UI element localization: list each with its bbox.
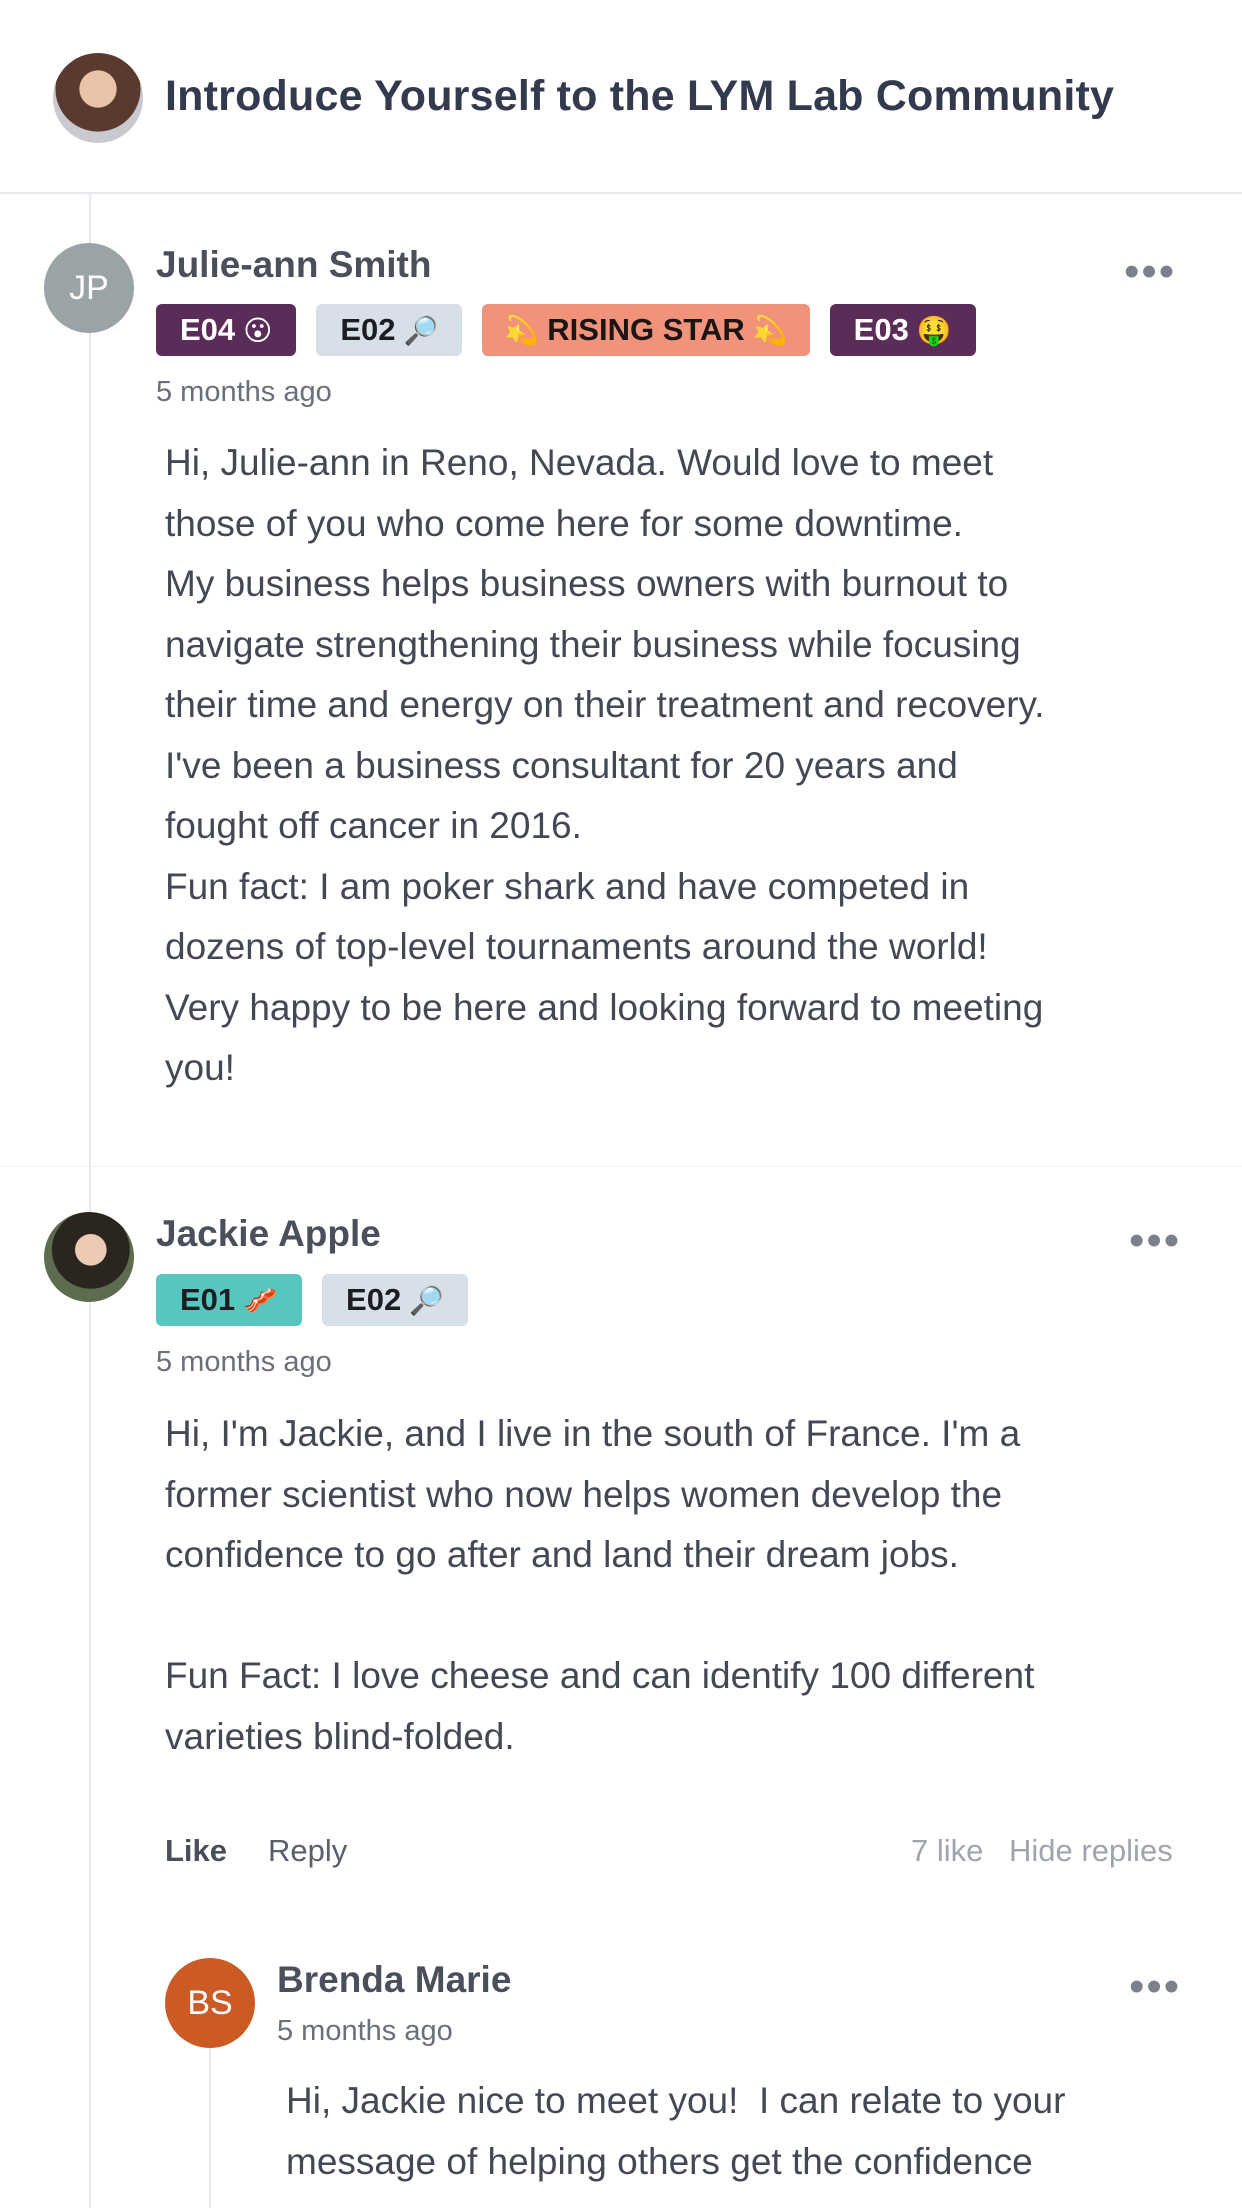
- page-title: Introduce Yourself to the LYM Lab Commun…: [165, 72, 1115, 120]
- hide-replies-button[interactable]: Hide replies: [1009, 1833, 1173, 1869]
- badge-row: E04 😮 E02 🔎 💫 RISING STAR 💫 E03 🤑: [156, 304, 976, 356]
- reply-button[interactable]: Reply: [268, 1833, 347, 1869]
- post-timestamp: 5 months ago: [156, 376, 332, 408]
- like-button[interactable]: Like: [165, 1833, 227, 1869]
- avatar[interactable]: BS: [165, 1958, 255, 2048]
- like-count[interactable]: 7 like: [911, 1833, 983, 1869]
- badge-label: RISING STAR: [547, 312, 745, 347]
- community-avatar[interactable]: [53, 53, 143, 143]
- reply-thread-line: [209, 2032, 211, 2208]
- badge-e02[interactable]: E02 🔎: [316, 304, 463, 356]
- post-body: Hi, Julie-ann in Reno, Nevada. Would lov…: [165, 442, 1045, 1088]
- author-name[interactable]: Julie-ann Smith: [156, 244, 431, 286]
- badge-label: E04: [180, 312, 236, 347]
- money-face-icon: 🤑: [916, 314, 952, 346]
- bacon-icon: 🥓: [243, 1284, 279, 1316]
- reply-timestamp: 5 months ago: [277, 2015, 453, 2047]
- badge-e03[interactable]: E03 🤑: [829, 304, 976, 356]
- author-name[interactable]: Jackie Apple: [156, 1213, 381, 1255]
- thread-line: [89, 194, 91, 2208]
- avatar[interactable]: [44, 1212, 134, 1302]
- badge-label: E02: [346, 1282, 402, 1317]
- badge-rising-star[interactable]: 💫 RISING STAR 💫: [482, 304, 810, 356]
- badge-label: E01: [180, 1282, 236, 1317]
- author-name[interactable]: Brenda Marie: [277, 1959, 511, 2001]
- magnifier-icon: 🔎: [403, 314, 439, 346]
- post-body: Hi, I'm Jackie, and I live in the south …: [165, 1413, 1035, 1757]
- avatar-initials: BS: [187, 1983, 233, 2022]
- thread-header: Introduce Yourself to the LYM Lab Commun…: [0, 0, 1242, 194]
- post-timestamp: 5 months ago: [156, 1346, 332, 1378]
- dizzy-star-icon: 💫: [752, 314, 788, 346]
- post-divider: [0, 1166, 1242, 1167]
- avatar-initials: JP: [69, 268, 109, 307]
- magnifier-icon: 🔎: [409, 1284, 445, 1316]
- badge-e04[interactable]: E04 😮: [156, 304, 297, 356]
- badge-e02[interactable]: E02 🔎: [322, 1274, 469, 1326]
- badge-e01[interactable]: E01 🥓: [156, 1274, 303, 1326]
- avatar[interactable]: JP: [44, 243, 134, 333]
- dizzy-star-icon: 💫: [504, 314, 540, 346]
- badge-label: E03: [853, 312, 909, 347]
- surprised-face-icon: 😮: [243, 314, 273, 346]
- more-options-icon[interactable]: •••: [1129, 1219, 1181, 1263]
- more-options-icon[interactable]: •••: [1129, 1965, 1181, 2009]
- badge-row: E01 🥓 E02 🔎: [156, 1274, 469, 1326]
- reply-body: Hi, Jackie nice to meet you! I can relat…: [286, 2080, 1066, 2182]
- more-options-icon[interactable]: •••: [1124, 250, 1176, 294]
- badge-label: E02: [340, 312, 396, 347]
